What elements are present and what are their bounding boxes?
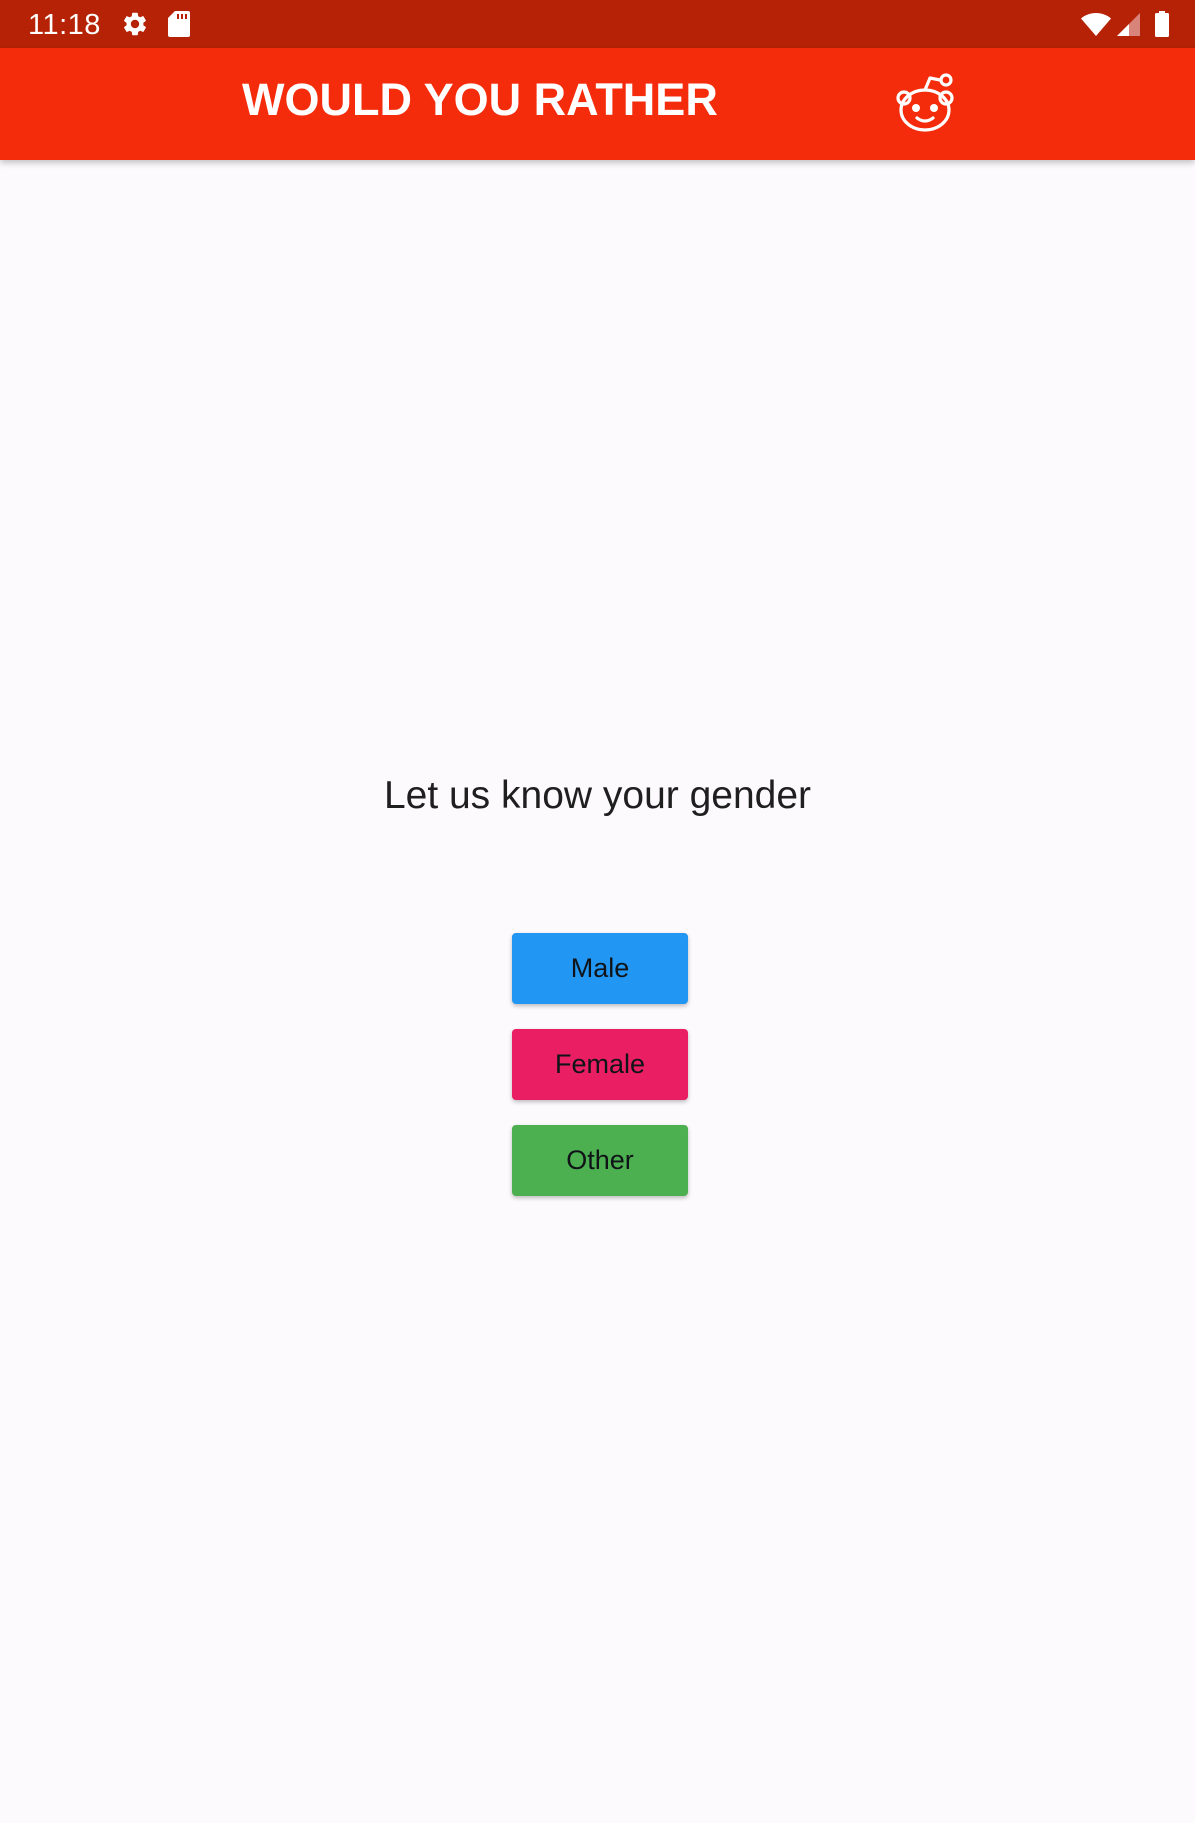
settings-icon (121, 10, 149, 43)
status-time: 11:18 (28, 9, 101, 41)
sd-card-icon (168, 11, 190, 42)
reddit-icon[interactable] (892, 72, 962, 134)
wifi-icon (1081, 13, 1111, 41)
app-bar: WOULD YOU RATHER (0, 48, 1195, 160)
male-button[interactable]: Male (512, 933, 688, 1004)
gender-prompt: Let us know your gender (383, 774, 812, 817)
battery-icon (1155, 11, 1169, 42)
female-button[interactable]: Female (512, 1029, 688, 1100)
cell-signal-icon (1117, 13, 1140, 41)
other-button[interactable]: Other (512, 1125, 688, 1196)
app-title: WOULD YOU RATHER (242, 74, 718, 125)
status-bar: 11:18 (0, 0, 1195, 48)
